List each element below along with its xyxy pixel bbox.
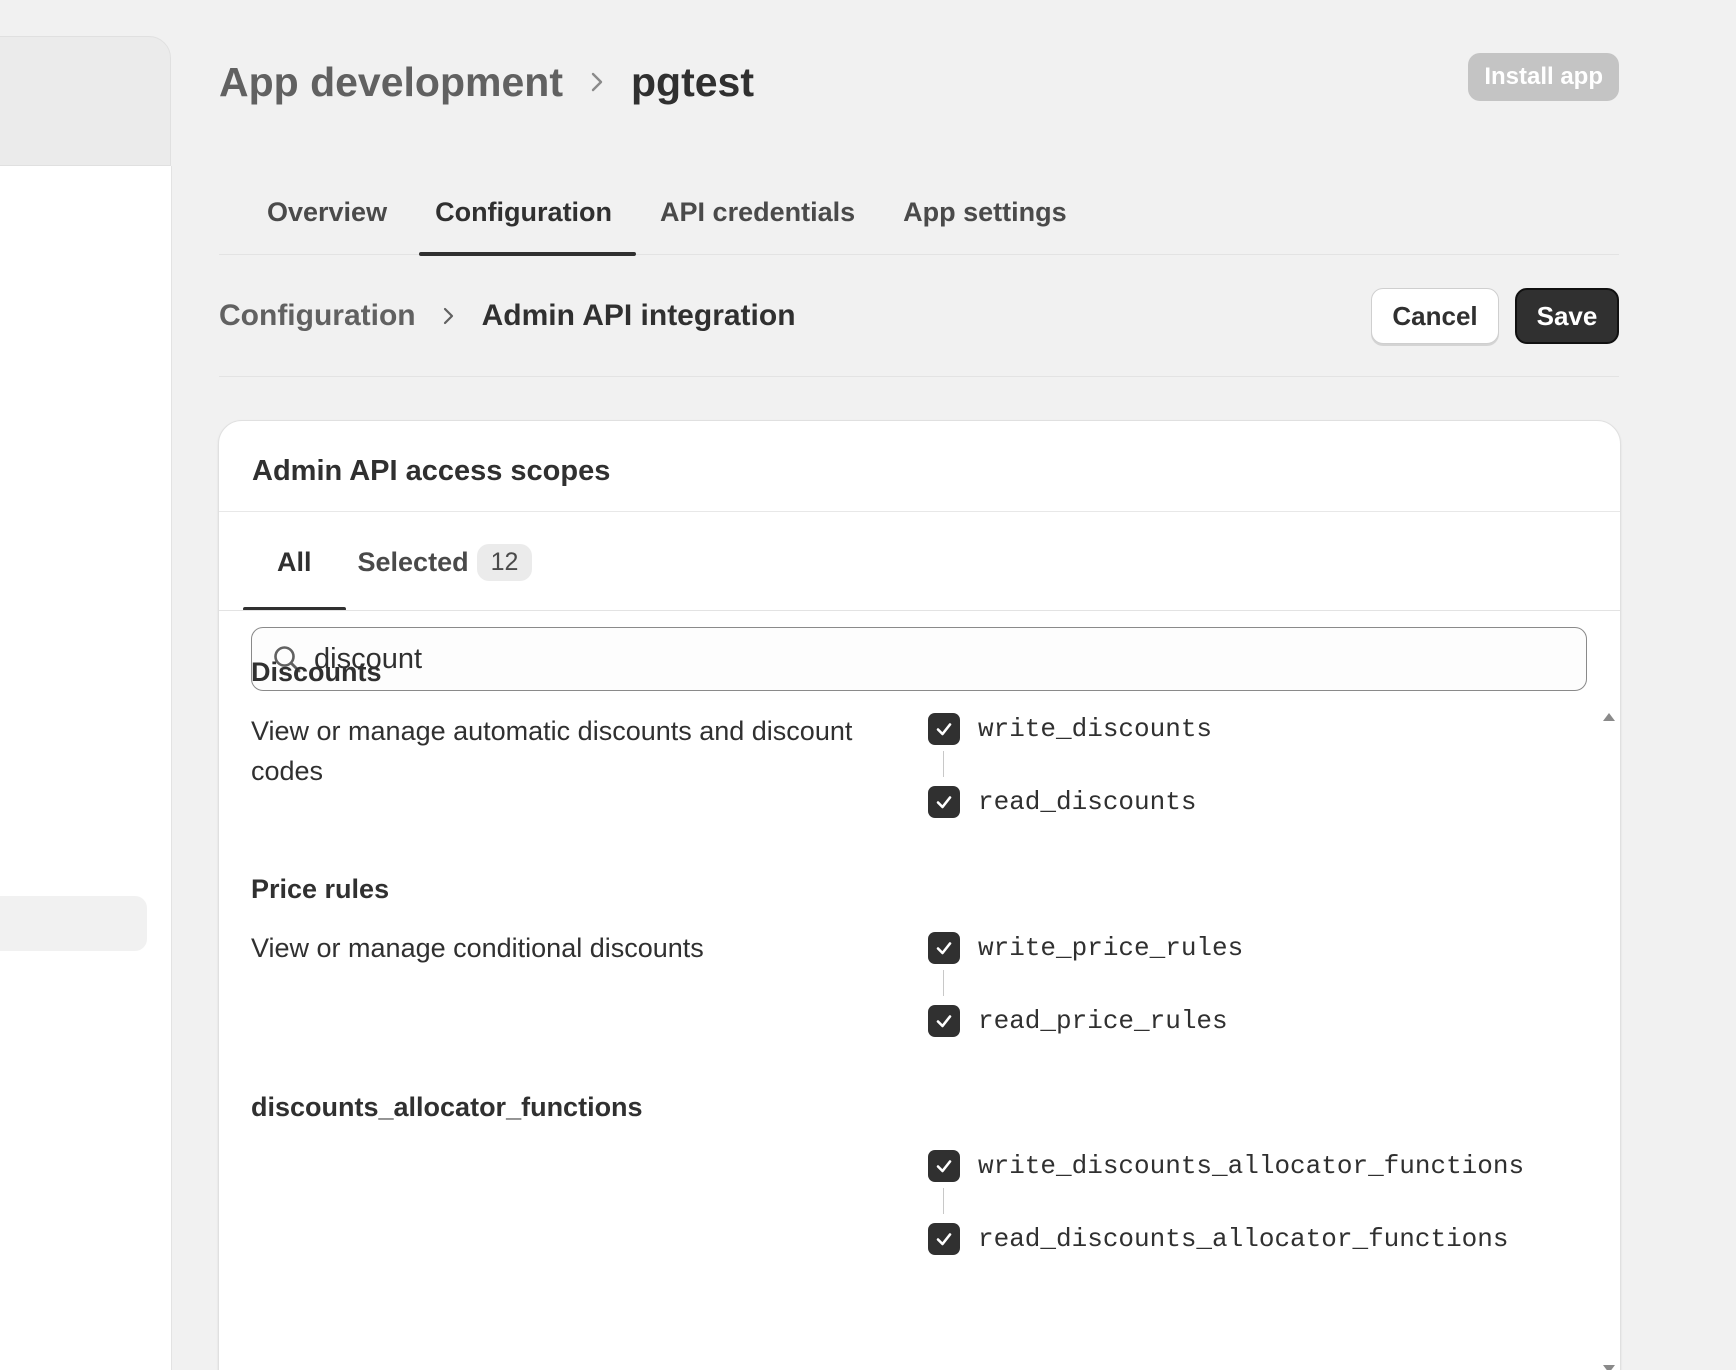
selected-count-badge: 12 — [476, 543, 533, 581]
tab-all[interactable]: All — [243, 513, 346, 611]
group-description: View or manage conditional discounts — [251, 933, 704, 963]
tab-app-settings[interactable]: App settings — [879, 170, 1091, 255]
sidebar-header — [0, 36, 171, 166]
scope-item[interactable]: write_discounts — [928, 712, 1213, 777]
connector-line — [943, 1188, 944, 1214]
breadcrumb: Configuration Admin API integration — [219, 299, 796, 333]
checkmark-icon — [936, 1233, 952, 1246]
group-title: Price rules — [251, 874, 390, 904]
scope-item[interactable]: write_discounts_allocator_functions — [928, 1149, 1525, 1214]
breadcrumb-configuration[interactable]: Configuration — [219, 299, 416, 333]
checkmark-icon — [936, 796, 952, 809]
scope-item[interactable]: read_discounts — [928, 785, 1212, 819]
checkmark-icon — [936, 1015, 952, 1028]
tab-api-credentials[interactable]: API credentials — [636, 170, 879, 255]
scroll-down-arrow-icon[interactable] — [1603, 1365, 1615, 1370]
checkbox-checked[interactable] — [928, 786, 960, 818]
scope-name: write_discounts_allocator_functions — [978, 1151, 1525, 1181]
divider — [219, 511, 1620, 512]
card-title: Admin API access scopes — [252, 455, 611, 487]
cancel-button[interactable]: Cancel — [1371, 288, 1499, 344]
tab-configuration[interactable]: Configuration — [411, 170, 637, 256]
checkbox-checked[interactable] — [928, 932, 960, 964]
sidebar-nav — [0, 166, 172, 1370]
section-title: Admin API integration — [481, 299, 796, 332]
checkmark-icon — [936, 723, 952, 736]
scope-name: write_price_rules — [978, 933, 1244, 963]
group-title: Discounts — [251, 657, 382, 687]
group-description: View or manage automatic discounts and d… — [251, 716, 853, 786]
primary-tabs: Overview Configuration API credentials A… — [219, 170, 1619, 256]
divider — [219, 610, 1620, 611]
group-title: discounts_allocator_functions — [251, 1092, 643, 1122]
sidebar-item-active[interactable] — [0, 896, 147, 951]
scope-name: read_discounts_allocator_functions — [978, 1224, 1509, 1254]
section-header: Configuration Admin API integration Canc… — [219, 285, 1619, 377]
install-app-button[interactable]: Install app — [1468, 53, 1619, 101]
tab-overview[interactable]: Overview — [219, 170, 411, 255]
checkbox-checked[interactable] — [928, 1223, 960, 1255]
scope-list: write_discounts read_discounts — [928, 712, 1212, 819]
scope-name: read_discounts — [978, 787, 1197, 817]
chevron-right-icon — [442, 305, 456, 327]
scope-filter-tabs: All Selected 12 — [243, 513, 1620, 611]
page-header: App development pgtest Install app — [219, 50, 1619, 114]
sidebar — [0, 0, 172, 1370]
page-title: pgtest — [630, 58, 754, 105]
checkbox-checked[interactable] — [928, 713, 960, 745]
scope-item[interactable]: write_price_rules — [928, 931, 1244, 996]
save-button[interactable]: Save — [1515, 288, 1619, 344]
connector-line — [943, 751, 944, 777]
search-input[interactable] — [314, 642, 1514, 676]
scope-list: write_discounts_allocator_functions read… — [928, 1149, 1524, 1256]
scope-item[interactable]: read_discounts_allocator_functions — [928, 1222, 1524, 1256]
connector-line — [943, 970, 944, 996]
tab-selected[interactable]: Selected 12 — [352, 513, 539, 611]
checkmark-icon — [936, 1160, 952, 1173]
checkbox-checked[interactable] — [928, 1150, 960, 1182]
checkmark-icon — [936, 942, 952, 955]
checkbox-checked[interactable] — [928, 1005, 960, 1037]
tab-all-label: All — [277, 546, 312, 577]
scroll-up-arrow-icon[interactable] — [1603, 713, 1615, 721]
scope-item[interactable]: read_price_rules — [928, 1004, 1243, 1038]
scope-name: read_price_rules — [978, 1006, 1228, 1036]
breadcrumb-app-development[interactable]: App development — [219, 59, 563, 106]
scope-list: write_price_rules read_price_rules — [928, 931, 1243, 1038]
chevron-right-icon — [589, 70, 605, 94]
search-field[interactable] — [251, 627, 1587, 691]
access-scopes-card: Admin API access scopes All Selected 12 … — [218, 420, 1621, 1370]
scope-name: write_discounts — [978, 714, 1213, 744]
tab-selected-label: Selected — [357, 546, 469, 577]
